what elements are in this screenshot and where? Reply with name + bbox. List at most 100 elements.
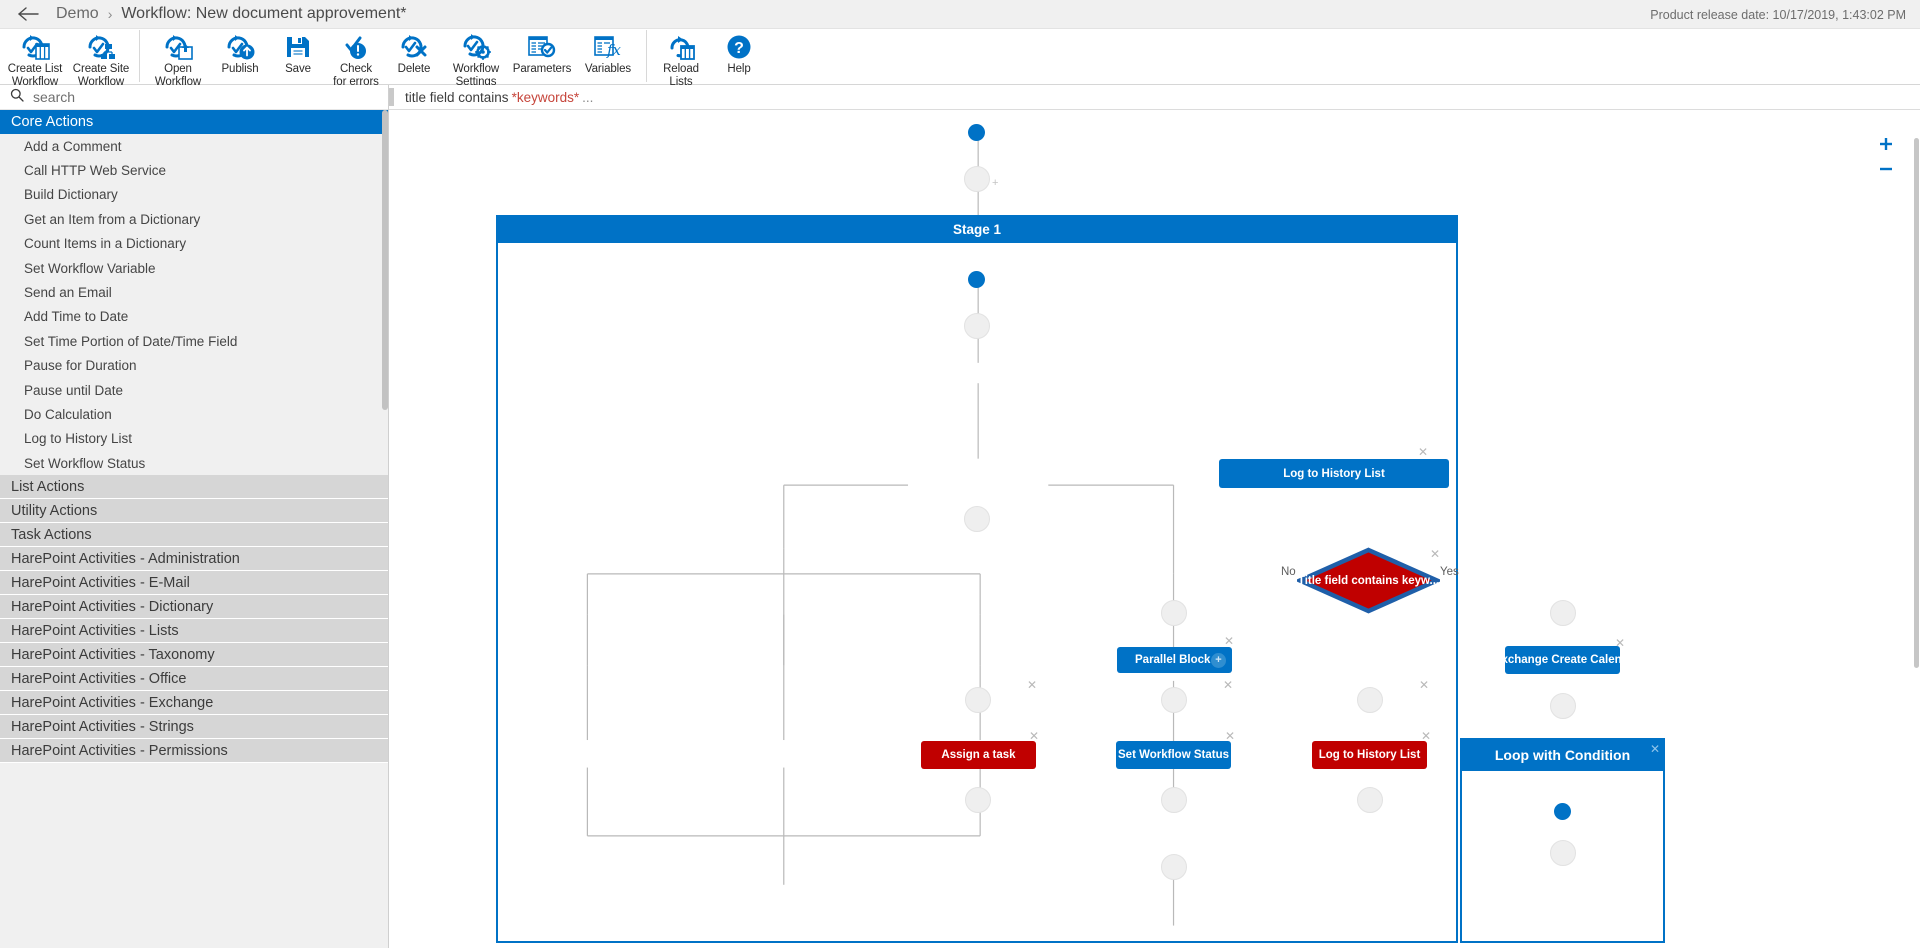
sidebar-item-set-workflow-variable[interactable]: Set Workflow Variable — [0, 256, 388, 280]
sidebar-item-add-time-to-date[interactable]: Add Time to Date — [0, 305, 388, 329]
breadcrumb-root[interactable]: Demo — [56, 5, 99, 23]
reload-lists-button[interactable]: Reload Lists — [652, 29, 710, 88]
sidebar-group-harepoint-activities-administration[interactable]: HarePoint Activities - Administration — [0, 547, 388, 572]
insert-node-branch-1[interactable] — [965, 687, 991, 713]
open-workflow-button[interactable]: Open Workflow — [145, 29, 211, 88]
sidebar-item-get-an-item-from-a-dictionary[interactable]: Get an Item from a Dictionary — [0, 207, 388, 231]
node-assign-a-task[interactable]: Assign a task — [921, 741, 1036, 769]
parallel-block-add-branch-button[interactable]: + — [1211, 653, 1226, 668]
stage-1-header[interactable]: Stage 1 — [496, 215, 1458, 243]
stage-start-dot[interactable] — [968, 271, 985, 288]
sidebar-item-pause-until-date[interactable]: Pause until Date — [0, 378, 388, 402]
sidebar-scroll-area: Core Actions Add a Comment Call HTTP Web S… — [0, 110, 388, 948]
sidebar-group-harepoint-activities-e-mail[interactable]: HarePoint Activities - E-Mail — [0, 571, 388, 596]
insert-node-after-set-status[interactable] — [1161, 787, 1187, 813]
insert-node-branch-2[interactable] — [1161, 687, 1187, 713]
zoom-out-button[interactable] — [1875, 159, 1897, 179]
delete-branch-2-icon[interactable]: ✕ — [1223, 679, 1233, 691]
insert-node-parallel-join[interactable] — [1161, 854, 1187, 880]
parameters-button[interactable]: Parameters — [509, 29, 575, 76]
delete-branch-3-icon[interactable]: ✕ — [1419, 679, 1429, 691]
back-button[interactable] — [0, 0, 56, 29]
create-site-workflow-button[interactable]: Create Site Workflow — [68, 29, 134, 88]
workflow-settings-button[interactable]: Workflow Settings — [443, 29, 509, 88]
variables-button[interactable]: fx Variables — [575, 29, 641, 76]
insert-node-loop-start[interactable] — [1550, 840, 1576, 866]
sidebar-item-add-a-comment[interactable]: Add a Comment — [0, 134, 388, 158]
sidebar-group-harepoint-activities-strings[interactable]: HarePoint Activities - Strings — [0, 715, 388, 740]
zoom-in-button[interactable] — [1875, 134, 1897, 154]
insert-node-yes-branch[interactable] — [1550, 600, 1576, 626]
sidebar-group-list-actions[interactable]: List Actions — [0, 475, 388, 500]
sidebar-group-task-actions[interactable]: Task Actions — [0, 523, 388, 548]
delete-condition-icon[interactable]: ✕ — [1430, 548, 1440, 560]
delete-assign-task-icon[interactable]: ✕ — [1029, 730, 1039, 742]
delete-label: Delete — [397, 63, 431, 75]
sidebar-group-core-actions[interactable]: Core Actions — [0, 110, 388, 134]
insert-node-top[interactable] — [964, 166, 990, 192]
sidebar-group-harepoint-activities-taxonomy[interactable]: HarePoint Activities - Taxonomy — [0, 643, 388, 668]
insert-node-after-log-bottom[interactable] — [1357, 787, 1383, 813]
node-condition-diamond[interactable]: Title field contains keyw... — [1294, 547, 1443, 614]
reload-lists-icon — [666, 32, 696, 62]
canvas-scrollbar[interactable] — [1913, 136, 1920, 948]
sidebar-item-log-to-history-list[interactable]: Log to History List — [0, 427, 388, 451]
delete-log-history-bottom-icon[interactable]: ✕ — [1421, 730, 1431, 742]
delete-button[interactable]: Delete — [385, 29, 443, 76]
loop-start-dot[interactable] — [1554, 803, 1571, 820]
sidebar-group-harepoint-activities-permissions[interactable]: HarePoint Activities - Permissions — [0, 739, 388, 764]
insert-node-stage-start[interactable] — [964, 313, 990, 339]
branch-label-yes: Yes — [1440, 566, 1459, 578]
publish-icon — [225, 32, 255, 62]
workflow-canvas[interactable]: Stage 1 + ✕ Log to History List ✕ Title … — [389, 110, 1920, 948]
sidebar-item-set-time-portion-of-date-time-field[interactable]: Set Time Portion of Date/Time Field — [0, 329, 388, 353]
plus-icon — [1880, 138, 1892, 150]
insert-node-no-branch[interactable] — [1161, 600, 1187, 626]
canvas-scroll-thumb[interactable] — [1914, 138, 1919, 668]
delete-loop-with-condition-icon[interactable]: ✕ — [1650, 743, 1660, 755]
sidebar-group-harepoint-activities-office[interactable]: HarePoint Activities - Office — [0, 667, 388, 692]
sidebar-item-do-calculation[interactable]: Do Calculation — [0, 402, 388, 426]
node-set-workflow-status[interactable]: Set Workflow Status — [1116, 741, 1231, 769]
delete-set-workflow-status-icon[interactable]: ✕ — [1225, 730, 1235, 742]
publish-button[interactable]: Publish — [211, 29, 269, 76]
insert-node-after-assign-task[interactable] — [965, 787, 991, 813]
insert-node-after-log-top[interactable] — [964, 506, 990, 532]
insert-node-after-exchange[interactable] — [1550, 693, 1576, 719]
sidebar-group-label: HarePoint Activities - E-Mail — [11, 574, 190, 591]
title-bar: Demo › Workflow: New document approvemen… — [0, 0, 1920, 29]
sidebar-item-label: Pause for Duration — [24, 358, 137, 374]
delete-exchange-create-icon[interactable]: ✕ — [1615, 637, 1625, 649]
create-site-workflow-icon — [86, 32, 116, 62]
node-log-to-history-list-top[interactable]: Log to History List — [1219, 459, 1449, 488]
workflow-start-dot[interactable] — [968, 124, 985, 141]
sidebar-group-utility-actions[interactable]: Utility Actions — [0, 499, 388, 524]
sidebar-item-label: Set Workflow Variable — [24, 260, 156, 276]
sidebar-item-pause-for-duration[interactable]: Pause for Duration — [0, 354, 388, 378]
sidebar-item-build-dictionary[interactable]: Build Dictionary — [0, 183, 388, 207]
delete-parallel-block-icon[interactable]: ✕ — [1224, 635, 1234, 647]
svg-text:fx: fx — [606, 41, 622, 59]
sidebar-scrollbar[interactable] — [382, 110, 388, 948]
check-for-errors-button[interactable]: Check for errors — [327, 29, 385, 88]
sidebar-item-send-an-email[interactable]: Send an Email — [0, 280, 388, 304]
search-input[interactable] — [33, 89, 388, 105]
help-button[interactable]: ? Help — [710, 29, 768, 76]
insert-node-branch-3[interactable] — [1357, 687, 1383, 713]
node-exchange-create-calendar[interactable]: Exchange Create Calen... — [1494, 646, 1631, 674]
sidebar-item-count-items-in-a-dictionary[interactable]: Count Items in a Dictionary — [0, 232, 388, 256]
sidebar-group-harepoint-activities-lists[interactable]: HarePoint Activities - Lists — [0, 619, 388, 644]
workflow-designer-app: Demo › Workflow: New document approvemen… — [0, 0, 1920, 948]
save-button[interactable]: Save — [269, 29, 327, 76]
delete-log-history-top-icon[interactable]: ✕ — [1418, 446, 1428, 458]
sidebar-scroll-thumb[interactable] — [382, 110, 388, 410]
sidebar-item-call-http-web-service[interactable]: Call HTTP Web Service — [0, 158, 388, 182]
node-log-to-history-list-bottom[interactable]: Log to History List — [1312, 741, 1427, 769]
sidebar-item-set-workflow-status[interactable]: Set Workflow Status — [0, 451, 388, 475]
sidebar-group-label: HarePoint Activities - Strings — [11, 718, 194, 735]
sidebar-group-harepoint-activities-dictionary[interactable]: HarePoint Activities - Dictionary — [0, 595, 388, 620]
loop-with-condition-header[interactable]: Loop with Condition — [1460, 738, 1665, 771]
delete-branch-1-icon[interactable]: ✕ — [1027, 679, 1037, 691]
sidebar-group-harepoint-activities-exchange[interactable]: HarePoint Activities - Exchange — [0, 691, 388, 716]
create-list-workflow-button[interactable]: Create List Workflow — [2, 29, 68, 88]
